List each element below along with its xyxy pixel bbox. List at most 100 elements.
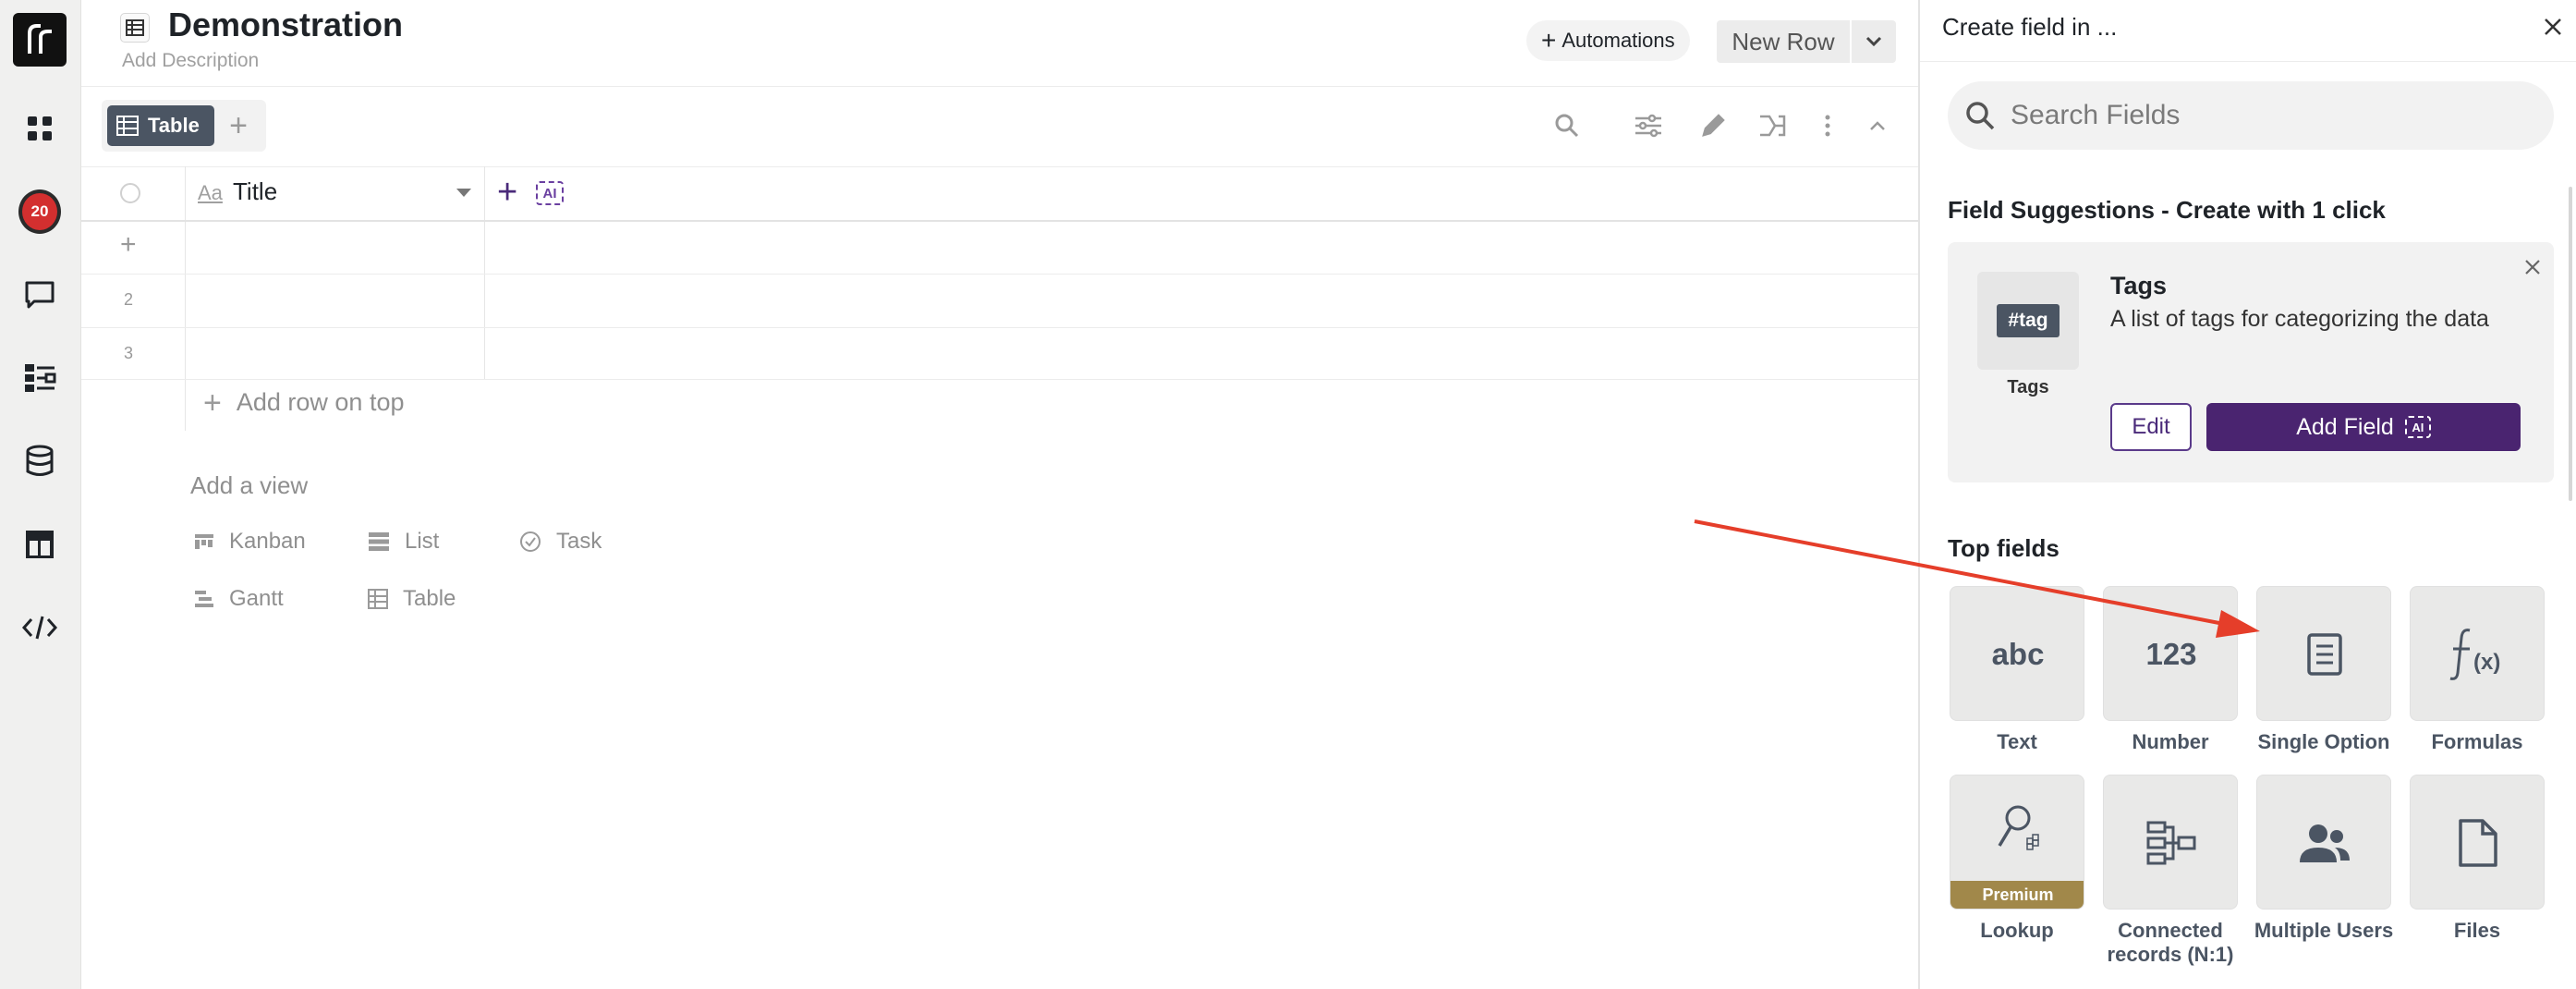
dashboard-icon[interactable] [18,107,61,150]
tab-label: Table [148,114,200,137]
add-view-heading: Add a view [190,471,309,499]
left-rail: 20 [0,0,81,989]
top-fields-heading: Top fields [1948,534,2060,562]
view-label: Table [403,586,456,611]
database-icon[interactable] [18,440,61,482]
view-option-gantt[interactable]: Gantt [194,586,284,612]
users-icon [2257,775,2390,909]
table-icon [368,589,388,609]
export-icon[interactable] [1754,107,1791,144]
row-divider [81,274,1918,275]
premium-badge: Premium [1950,881,2084,909]
add-field-label: Add Field [2296,413,2394,440]
suggestion-name: Tags [2110,272,2168,299]
add-row-on-top[interactable]: + Add row on top [203,387,405,419]
field-tile-number[interactable]: 123 [2103,586,2238,721]
layout-icon[interactable] [18,523,61,566]
view-option-task[interactable]: Task [519,529,601,555]
file-icon [2411,775,2544,909]
field-label-number: Number [2132,730,2209,753]
gantt-icon [195,591,213,607]
field-label-text: Text [1997,730,2037,753]
add-description[interactable]: Add Description [122,50,259,72]
edit-pencil-icon[interactable] [1695,107,1732,144]
field-label-connected-records: Connected records (N:1) [2107,919,2234,966]
table-icon [120,13,150,43]
dismiss-suggestion-close-icon[interactable] [2521,255,2545,279]
view-option-table[interactable]: Table [368,586,456,612]
search-fields [1948,81,2554,150]
lookup-icon [1950,775,2084,883]
add-column-button[interactable]: + [497,175,517,210]
field-tile-formulas[interactable]: (x) [2410,586,2545,721]
grid-divider [484,166,485,379]
chevron-down-icon [1865,36,1882,47]
svg-text:(x): (x) [2473,650,2500,675]
add-row-label: Add row on top [236,388,405,416]
field-label-single-option: Single Option [2257,730,2390,753]
panel-scrollbar[interactable] [2569,187,2572,501]
row-divider [81,327,1918,328]
column-menu-caret-icon[interactable] [456,189,471,197]
row-number: 2 [124,290,134,309]
new-row-button[interactable]: New Row [1717,20,1850,63]
tag-chip: #tag [1997,304,2060,337]
field-tile-multiple-users[interactable] [2256,775,2391,910]
field-tile-lookup[interactable]: Premium [1950,775,2084,910]
suggestion-description: A list of tags for categorizing the data [2110,306,2489,332]
view-option-list[interactable]: List [368,529,439,555]
text-type-icon: Aa [198,181,223,204]
app-logo[interactable] [13,13,67,67]
column-header-title[interactable]: Title [233,177,277,206]
new-row-dropdown[interactable] [1852,20,1896,63]
list-icon [369,532,389,551]
single-option-icon [2257,587,2390,720]
close-icon[interactable] [2537,11,2569,43]
ai-icon: AI [2404,416,2431,438]
panel-title: Create field in ... [1942,13,2118,41]
task-check-icon [520,531,541,552]
add-view-button[interactable]: + [222,108,255,143]
code-icon[interactable] [18,606,61,649]
grid-divider [185,166,186,431]
plus-icon: + [1541,26,1557,55]
select-all-checkbox[interactable] [120,183,140,203]
grid-top-border [81,166,1918,167]
edit-button[interactable]: Edit [2110,403,2192,451]
tab-table[interactable]: Table [107,105,214,146]
tags-tile-label: Tags [2007,377,2049,397]
add-field-button[interactable]: Add Field AI [2206,403,2521,451]
grid-header-border [81,220,1918,222]
formula-icon: (x) [2411,587,2544,720]
tags-tile[interactable]: #tag [1977,272,2079,370]
view-label: Kanban [229,529,306,554]
add-row-plus-icon[interactable]: + [120,229,137,261]
suggestion-card: #tag Tags Tags A list of tags for catego… [1948,242,2554,482]
row-number: 3 [124,344,134,362]
search-icon [1966,102,1995,130]
number-glyph: 123 [2145,637,2197,671]
search-icon[interactable] [1549,107,1586,144]
table-icon [116,116,139,136]
notifications-badge[interactable]: 20 [18,189,61,234]
kanban-icon [195,534,213,549]
more-options-icon[interactable] [1809,107,1846,144]
ai-column-button[interactable]: AI [536,181,564,205]
field-tile-single-option[interactable] [2256,586,2391,721]
filter-sliders-icon[interactable] [1630,107,1667,144]
page-title[interactable]: Demonstration [168,6,403,44]
chat-icon[interactable] [18,274,61,316]
automations-button[interactable]: + Automations [1526,20,1690,61]
search-input[interactable] [2011,100,2528,131]
view-label: List [405,529,440,554]
connected-records-icon [2104,775,2237,909]
field-label-files: Files [2453,919,2501,942]
field-tile-files[interactable] [2410,775,2545,910]
collapse-chevron-icon[interactable] [1859,107,1896,144]
header-divider [81,86,1918,87]
notification-count: 20 [18,189,61,234]
field-tile-text[interactable]: abc [1950,586,2084,721]
view-option-kanban[interactable]: Kanban [194,529,306,555]
workflow-icon[interactable] [18,357,61,399]
field-tile-connected-records[interactable] [2103,775,2238,910]
